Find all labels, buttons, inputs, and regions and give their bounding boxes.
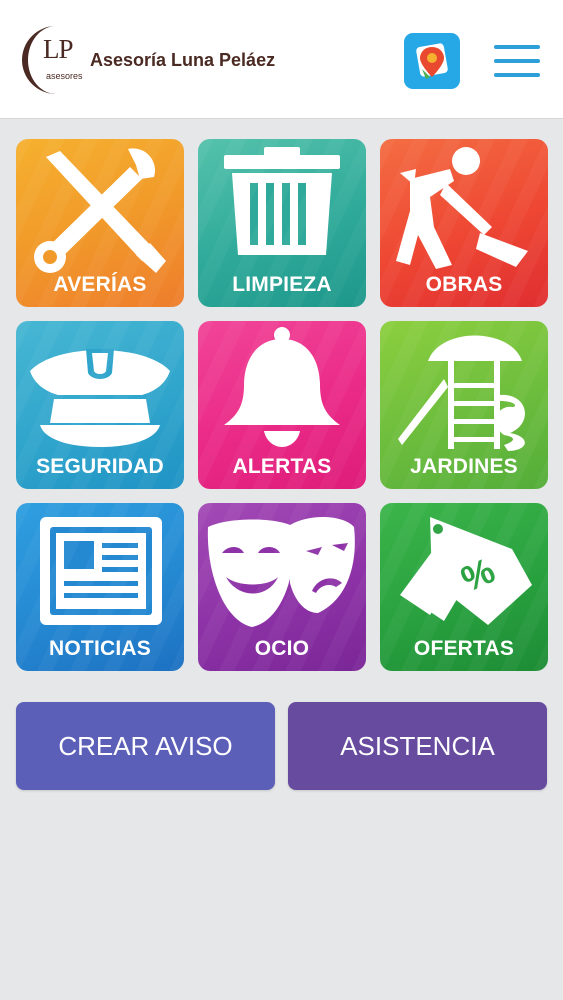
tile-jardines[interactable]: JARDINES <box>380 321 548 489</box>
menu-line <box>494 73 540 77</box>
tile-label: JARDINES <box>410 455 518 478</box>
company-name: Asesoría Luna Peláez <box>90 50 276 70</box>
company-logo: LP asesores Asesoría Luna Peláez <box>20 24 280 96</box>
tile-obras[interactable]: OBRAS <box>380 139 548 307</box>
menu-line <box>494 59 540 63</box>
tile-averias[interactable]: AVERÍAS <box>16 139 184 307</box>
app-header: LP asesores Asesoría Luna Peláez <box>0 0 563 119</box>
tile-seguridad[interactable]: SEGURIDAD <box>16 321 184 489</box>
tile-label: AVERÍAS <box>53 273 147 296</box>
map-pin-icon <box>416 43 448 79</box>
logo-mark: LP <box>43 34 73 64</box>
tile-label: OBRAS <box>425 273 503 296</box>
menu-line <box>494 45 540 49</box>
tile-label: SEGURIDAD <box>36 455 164 478</box>
tile-ofertas[interactable]: % OFERTAS <box>380 503 548 671</box>
tile-limpieza[interactable]: LIMPIEZA <box>198 139 366 307</box>
assistance-button[interactable]: ASISTENCIA <box>288 702 547 790</box>
tile-ocio[interactable]: OCIO <box>198 503 366 671</box>
tile-label: NOTICIAS <box>49 637 151 660</box>
tile-label: LIMPIEZA <box>232 273 332 296</box>
tile-noticias[interactable]: NOTICIAS <box>16 503 184 671</box>
hamburger-menu-button[interactable] <box>494 45 540 83</box>
tile-alertas[interactable]: ALERTAS <box>198 321 366 489</box>
map-button[interactable] <box>404 33 460 89</box>
tile-label: OFERTAS <box>413 637 515 660</box>
logo-subtitle: asesores <box>46 71 83 81</box>
tile-label: OCIO <box>254 637 310 660</box>
tile-label: ALERTAS <box>232 455 332 478</box>
create-alert-button[interactable]: CREAR AVISO <box>16 702 275 790</box>
